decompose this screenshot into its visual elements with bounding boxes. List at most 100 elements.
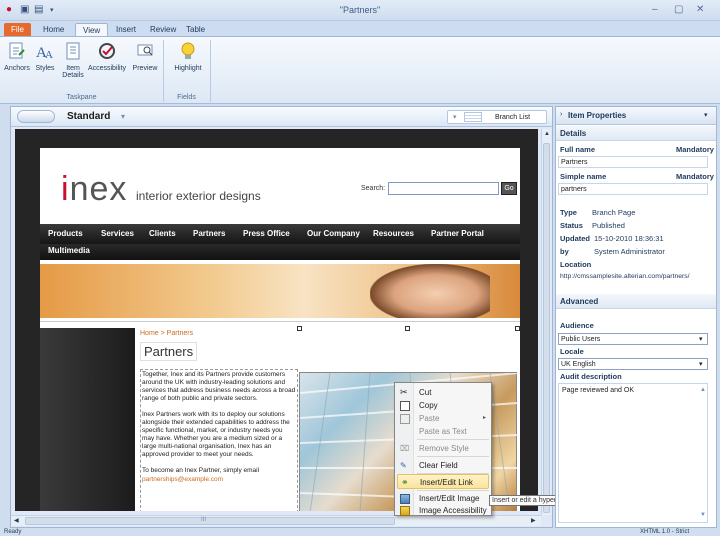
nav-products[interactable]: Products: [48, 229, 83, 238]
dropdown-arrow-icon: ▾: [699, 361, 703, 368]
menu-label: Paste as Text: [419, 427, 467, 436]
nav-partner-portal[interactable]: Partner Portal: [431, 229, 484, 238]
minimize-icon[interactable]: –: [652, 4, 658, 15]
search-label: Search:: [361, 185, 386, 192]
site-search-input[interactable]: [388, 182, 499, 195]
tab-insert[interactable]: Insert: [109, 23, 143, 37]
scissors-icon: ✂: [400, 387, 408, 397]
menu-label: Cut: [419, 388, 432, 397]
menu-separator: [417, 456, 489, 457]
nav-services[interactable]: Services: [101, 229, 134, 238]
para-1: Together, Inex and its Partners provide …: [142, 371, 296, 402]
menu-label: Image Accessibility: [419, 506, 487, 515]
nav-multimedia[interactable]: Multimedia: [48, 246, 90, 255]
accessibility-button[interactable]: Accessibility: [86, 41, 128, 72]
nav-resources[interactable]: Resources: [373, 229, 414, 238]
logo-letter-i: i: [61, 170, 70, 208]
doctype-indicator: XHTML 1.0 - Strict: [640, 529, 690, 535]
advanced-section[interactable]: Advanced: [556, 294, 716, 309]
nav-partners[interactable]: Partners: [193, 229, 225, 238]
template-dropdown-icon[interactable]: ▾: [121, 112, 125, 121]
back-forward-buttons[interactable]: [17, 110, 55, 123]
close-icon[interactable]: ✕: [696, 4, 704, 15]
window-title: "Partners": [339, 5, 381, 15]
partner-email-link[interactable]: partnerships@example.com: [141, 476, 297, 484]
hscroll-grip: III: [201, 517, 207, 523]
title-bar: ● ▣ ▤ ▾ "Partners" – ▢ ✕: [0, 0, 720, 21]
site-nav: Products Services Clients Partners Press…: [40, 224, 520, 244]
site-search-button[interactable]: Go: [501, 182, 517, 195]
tab-home[interactable]: Home: [36, 23, 71, 37]
dropdown-icon: ▾: [453, 114, 457, 121]
menu-item-clear-field[interactable]: ✎ Clear Field: [397, 458, 489, 473]
properties-header: › Item Properties ▾: [556, 107, 716, 125]
anchors-label: Anchors: [4, 65, 30, 72]
locale-select[interactable]: UK English ▾: [558, 358, 708, 370]
highlight-button[interactable]: Highlight: [170, 41, 206, 72]
menu-item-paste-as-text[interactable]: Paste as Text: [397, 424, 489, 439]
menu-label: Remove Style: [419, 444, 469, 453]
submenu-arrow-icon: ▸: [483, 415, 487, 421]
panel-menu-icon[interactable]: ▾: [704, 111, 708, 119]
preview-button[interactable]: Preview: [128, 41, 162, 72]
item-details-icon: [66, 42, 80, 60]
audience-select[interactable]: Public Users ▾: [558, 333, 708, 345]
site-breadcrumb[interactable]: Home > Partners: [140, 330, 193, 337]
scroll-up-icon[interactable]: ▲: [544, 131, 550, 137]
clear-field-icon: ✎: [400, 461, 407, 470]
details-section[interactable]: Details: [556, 126, 716, 141]
scroll-right-icon[interactable]: ▶: [531, 517, 536, 524]
audit-description-label: Audit description: [560, 372, 622, 381]
tab-view[interactable]: View: [75, 23, 109, 37]
audit-description-textarea[interactable]: Page reviewed and OK ▲ ▼: [558, 383, 708, 523]
page-heading[interactable]: Partners: [140, 342, 198, 361]
scroll-down-icon[interactable]: ▼: [700, 512, 706, 518]
preview-label: Preview: [132, 65, 158, 72]
status-value: Published: [592, 221, 625, 230]
list-icon: [464, 112, 482, 122]
vertical-scrollbar[interactable]: ▲: [541, 129, 551, 515]
expand-icon[interactable]: ›: [560, 111, 562, 118]
properties-title: Item Properties: [568, 111, 627, 120]
banner-photo: [370, 264, 490, 318]
para-2: Inex Partners work with its to deploy ou…: [142, 411, 290, 458]
hscroll-thumb[interactable]: [25, 517, 395, 525]
nav-our-company[interactable]: Our Company: [307, 229, 360, 238]
menu-item-remove-style[interactable]: ⌧ Remove Style: [397, 441, 489, 456]
tab-file[interactable]: File: [4, 23, 31, 37]
context-menu: ✂ Cut Copy Paste ▸ Paste as Text ⌧ Remov…: [394, 382, 492, 516]
paste-icon: [400, 414, 410, 424]
scroll-left-icon[interactable]: ◀: [14, 517, 19, 524]
resize-handle[interactable]: [515, 326, 520, 331]
maximize-icon[interactable]: ▢: [674, 4, 683, 15]
nav-press-office[interactable]: Press Office: [243, 229, 290, 238]
menu-item-image-accessibility[interactable]: Image Accessibility: [397, 503, 489, 518]
preview-icon: [137, 44, 153, 56]
resize-handle[interactable]: [297, 326, 302, 331]
tab-review[interactable]: Review: [143, 23, 183, 37]
editable-text-field[interactable]: Together, Inex and its Partners provide …: [140, 369, 298, 511]
ribbon: Anchors AA Styles Item Details Accessibi…: [0, 36, 720, 104]
location-value[interactable]: http://cmssamplesite.alterian.com/partne…: [560, 273, 690, 280]
link-icon: ⚭: [401, 477, 409, 487]
menu-item-insert-edit-link[interactable]: ⚭ Insert/Edit Link: [397, 474, 489, 489]
menu-label: Clear Field: [419, 461, 458, 470]
simple-name-field[interactable]: partners: [558, 183, 708, 195]
audience-label: Audience: [560, 321, 594, 330]
scroll-thumb[interactable]: [543, 143, 550, 513]
menu-label: Paste: [419, 414, 440, 423]
branch-list-button[interactable]: ▾ Branch List: [447, 110, 547, 124]
site-sidebar: [40, 328, 135, 511]
accessibility-icon: [99, 43, 115, 59]
branch-list-label: Branch List: [495, 114, 531, 121]
full-name-field[interactable]: Partners: [558, 156, 708, 168]
styles-button[interactable]: AA Styles: [32, 41, 58, 72]
scroll-up-icon[interactable]: ▲: [700, 387, 706, 393]
resize-handle[interactable]: [405, 326, 410, 331]
copy-icon: [400, 401, 410, 411]
nav-clients[interactable]: Clients: [149, 229, 176, 238]
item-details-label-2: Details: [62, 72, 84, 79]
tab-table[interactable]: Table: [179, 23, 212, 37]
item-details-button[interactable]: Item Details: [60, 41, 86, 79]
anchors-button[interactable]: Anchors: [4, 41, 30, 72]
